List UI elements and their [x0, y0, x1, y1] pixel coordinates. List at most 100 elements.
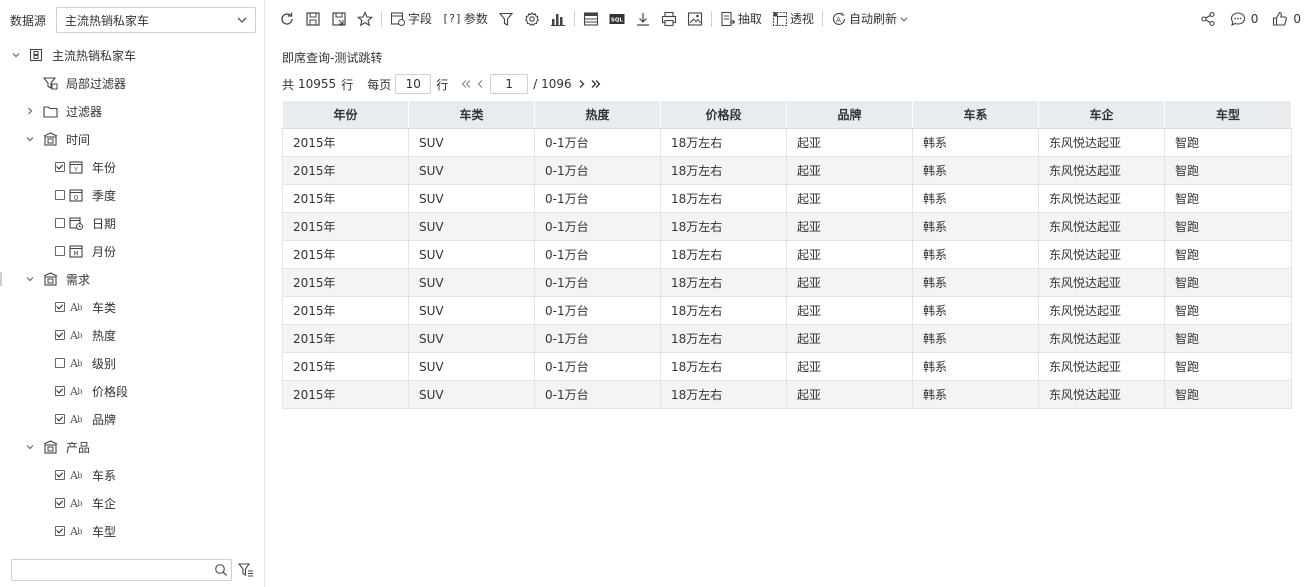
- table-row[interactable]: 2015年 SUV 0-1万台 18万左右 起亚 韩系 东风悦达起亚 智跑: [282, 184, 1292, 213]
- table-cell-brand[interactable]: 起亚: [786, 128, 913, 157]
- page-size-input[interactable]: 10: [395, 74, 432, 94]
- heat-checkbox[interactable]: [55, 330, 65, 340]
- table-cell-model[interactable]: 智跑: [1164, 184, 1292, 213]
- tree-item-car-class[interactable]: Ab 车类: [55, 295, 116, 319]
- brand-checkbox[interactable]: [55, 414, 65, 424]
- settings-button[interactable]: [519, 7, 545, 31]
- table-cell-car-class[interactable]: SUV: [408, 352, 535, 381]
- table-cell-year[interactable]: 2015年: [282, 380, 409, 409]
- prev-page-button[interactable]: [474, 76, 486, 92]
- table-cell-year[interactable]: 2015年: [282, 240, 409, 269]
- table-cell-year[interactable]: 2015年: [282, 324, 409, 353]
- table-cell-car-class[interactable]: SUV: [408, 324, 535, 353]
- tree-item-date[interactable]: 日期: [55, 211, 116, 235]
- table-cell-model[interactable]: 智跑: [1164, 324, 1292, 353]
- table-cell-manufacturer[interactable]: 东风悦达起亚: [1038, 380, 1165, 409]
- table-cell-brand[interactable]: 起亚: [786, 184, 913, 213]
- filter-button[interactable]: [493, 7, 519, 31]
- model-checkbox[interactable]: [55, 526, 65, 536]
- table-cell-model[interactable]: 智跑: [1164, 296, 1292, 325]
- table-cell-year[interactable]: 2015年: [282, 184, 409, 213]
- table-row[interactable]: 2015年 SUV 0-1万台 18万左右 起亚 韩系 东风悦达起亚 智跑: [282, 156, 1292, 185]
- chart-button[interactable]: [545, 7, 571, 31]
- quarter-checkbox[interactable]: [55, 190, 65, 200]
- table-row[interactable]: 2015年 SUV 0-1万台 18万左右 起亚 韩系 东风悦达起亚 智跑: [282, 240, 1292, 269]
- table-cell-brand[interactable]: 起亚: [786, 240, 913, 269]
- column-header-manufacturer[interactable]: 车企: [1038, 100, 1165, 129]
- like-button[interactable]: 0: [1265, 7, 1308, 31]
- table-cell-brand[interactable]: 起亚: [786, 296, 913, 325]
- table-cell-model[interactable]: 智跑: [1164, 268, 1292, 297]
- table-cell-price-range[interactable]: 18万左右: [660, 268, 787, 297]
- chevron-right-icon[interactable]: [24, 105, 36, 117]
- print-button[interactable]: [656, 7, 682, 31]
- table-cell-price-range[interactable]: 18万左右: [660, 240, 787, 269]
- parameter-button[interactable]: [?] 参数: [437, 7, 493, 31]
- tree-item-level[interactable]: Ab 级别: [55, 351, 116, 375]
- price-range-checkbox[interactable]: [55, 386, 65, 396]
- table-cell-model[interactable]: 智跑: [1164, 380, 1292, 409]
- favorite-button[interactable]: [352, 7, 378, 31]
- chevron-down-icon[interactable]: [10, 49, 22, 61]
- table-cell-brand[interactable]: 起亚: [786, 156, 913, 185]
- table-cell-manufacturer[interactable]: 东风悦达起亚: [1038, 268, 1165, 297]
- table-row[interactable]: 2015年 SUV 0-1万台 18万左右 起亚 韩系 东风悦达起亚 智跑: [282, 296, 1292, 325]
- image-export-button[interactable]: [682, 7, 708, 31]
- tree-node-demand[interactable]: 需求: [24, 267, 90, 291]
- column-header-car-class[interactable]: 车类: [408, 100, 535, 129]
- tree-node-filter[interactable]: 过滤器: [24, 99, 102, 123]
- field-button[interactable]: 字段: [385, 7, 437, 31]
- table-cell-price-range[interactable]: 18万左右: [660, 296, 787, 325]
- tree-item-series[interactable]: Ab 车系: [55, 463, 116, 487]
- table-cell-price-range[interactable]: 18万左右: [660, 380, 787, 409]
- table-row[interactable]: 2015年 SUV 0-1万台 18万左右 起亚 韩系 东风悦达起亚 智跑: [282, 212, 1292, 241]
- table-cell-heat[interactable]: 0-1万台: [534, 156, 661, 185]
- table-cell-manufacturer[interactable]: 东风悦达起亚: [1038, 352, 1165, 381]
- tree-item-heat[interactable]: Ab 热度: [55, 323, 116, 347]
- column-header-heat[interactable]: 热度: [534, 100, 661, 129]
- column-header-model[interactable]: 车型: [1164, 100, 1292, 129]
- table-cell-manufacturer[interactable]: 东风悦达起亚: [1038, 184, 1165, 213]
- tree-item-year[interactable]: Y 年份: [55, 155, 116, 179]
- series-checkbox[interactable]: [55, 470, 65, 480]
- save-button[interactable]: [300, 7, 326, 31]
- table-cell-heat[interactable]: 0-1万台: [534, 352, 661, 381]
- extract-button[interactable]: 抽取: [715, 7, 767, 31]
- table-cell-manufacturer[interactable]: 东风悦达起亚: [1038, 128, 1165, 157]
- table-cell-price-range[interactable]: 18万左右: [660, 352, 787, 381]
- table-cell-car-class[interactable]: SUV: [408, 380, 535, 409]
- table-cell-series[interactable]: 韩系: [912, 184, 1039, 213]
- table-cell-model[interactable]: 智跑: [1164, 352, 1292, 381]
- table-cell-car-class[interactable]: SUV: [408, 128, 535, 157]
- table-cell-manufacturer[interactable]: 东风悦达起亚: [1038, 296, 1165, 325]
- table-cell-car-class[interactable]: SUV: [408, 156, 535, 185]
- table-cell-car-class[interactable]: SUV: [408, 240, 535, 269]
- chevron-down-icon[interactable]: [24, 441, 36, 453]
- export-button[interactable]: [630, 7, 656, 31]
- table-cell-brand[interactable]: 起亚: [786, 352, 913, 381]
- table-cell-brand[interactable]: 起亚: [786, 380, 913, 409]
- column-header-price-range[interactable]: 价格段: [660, 100, 787, 129]
- table-cell-car-class[interactable]: SUV: [408, 212, 535, 241]
- next-page-button[interactable]: [576, 76, 588, 92]
- table-cell-price-range[interactable]: 18万左右: [660, 324, 787, 353]
- comment-button[interactable]: 0: [1223, 7, 1266, 31]
- table-cell-brand[interactable]: 起亚: [786, 212, 913, 241]
- table-cell-heat[interactable]: 0-1万台: [534, 268, 661, 297]
- first-page-button[interactable]: [460, 76, 472, 92]
- tree-node-root[interactable]: 主流热销私家车: [10, 43, 136, 67]
- table-cell-heat[interactable]: 0-1万台: [534, 212, 661, 241]
- table-cell-brand[interactable]: 起亚: [786, 268, 913, 297]
- sql-button[interactable]: SQL: [604, 7, 630, 31]
- table-cell-car-class[interactable]: SUV: [408, 296, 535, 325]
- pivot-button[interactable]: 透视: [767, 7, 819, 31]
- table-cell-series[interactable]: 韩系: [912, 212, 1039, 241]
- table-row[interactable]: 2015年 SUV 0-1万台 18万左右 起亚 韩系 东风悦达起亚 智跑: [282, 324, 1292, 353]
- level-checkbox[interactable]: [55, 358, 65, 368]
- tree-item-quarter[interactable]: Q 季度: [55, 183, 116, 207]
- table-cell-heat[interactable]: 0-1万台: [534, 184, 661, 213]
- table-cell-car-class[interactable]: SUV: [408, 184, 535, 213]
- table-row[interactable]: 2015年 SUV 0-1万台 18万左右 起亚 韩系 东风悦达起亚 智跑: [282, 268, 1292, 297]
- tree-item-model[interactable]: Ab 车型: [55, 519, 116, 543]
- current-page-input[interactable]: 1: [490, 74, 529, 94]
